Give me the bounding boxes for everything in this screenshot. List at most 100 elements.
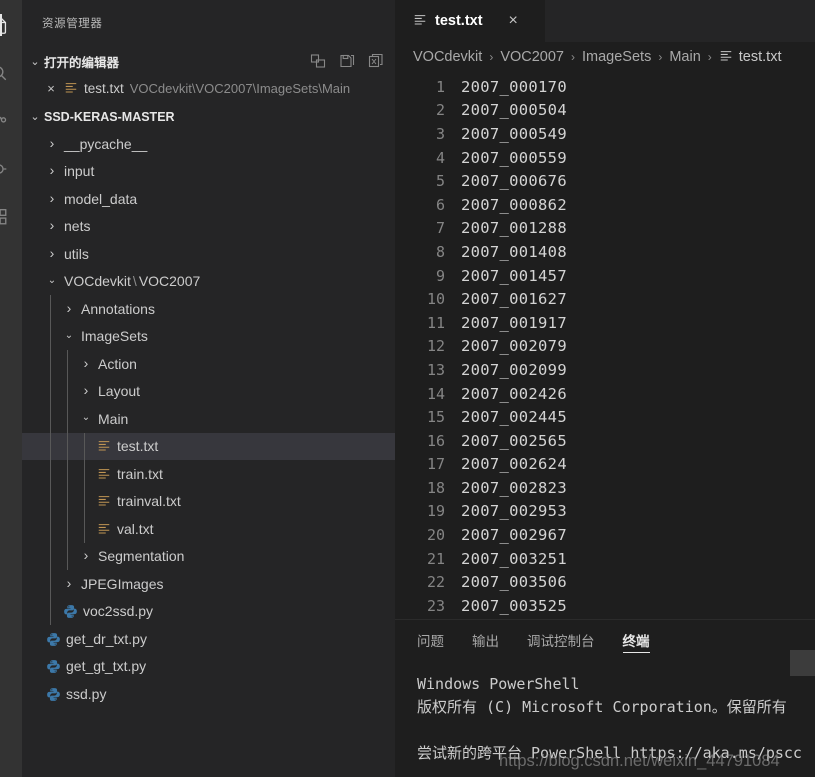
tab-test-txt[interactable]: test.txt × xyxy=(395,0,545,42)
tree-item--pycache-[interactable]: ›__pycache__ xyxy=(22,130,395,158)
code-line[interactable]: 202007_002967 xyxy=(395,523,815,547)
code-line[interactable]: 12007_000170 xyxy=(395,75,815,99)
search-icon[interactable] xyxy=(0,62,14,84)
panel-tab-3[interactable]: 终端 xyxy=(623,620,650,659)
chevron-right-icon[interactable]: › xyxy=(44,190,60,206)
code-line[interactable]: 162007_002565 xyxy=(395,429,815,453)
code-line[interactable]: 212007_003251 xyxy=(395,547,815,571)
chevron-down-icon[interactable]: ⌄ xyxy=(26,110,44,123)
code-line[interactable]: 62007_000862 xyxy=(395,193,815,217)
editor-content[interactable]: 12007_00017022007_00050432007_0005494200… xyxy=(395,72,815,619)
open-editor-filename: test.txt xyxy=(84,81,124,96)
chevron-right-icon[interactable]: › xyxy=(61,575,77,591)
tree-item-nets[interactable]: ›nets xyxy=(22,213,395,241)
workspace-root-header[interactable]: ⌄ SSD-KERAS-MASTER xyxy=(22,103,395,130)
line-number: 12 xyxy=(395,337,461,355)
code-line[interactable]: 182007_002823 xyxy=(395,476,815,500)
terminal-line xyxy=(417,719,815,742)
split-editor-icon[interactable] xyxy=(310,53,327,70)
tree-item-get-dr-txt-py[interactable]: get_dr_txt.py xyxy=(22,625,395,653)
code-line[interactable]: 22007_000504 xyxy=(395,99,815,123)
line-number: 17 xyxy=(395,455,461,473)
files-icon[interactable] xyxy=(0,14,14,36)
line-number: 10 xyxy=(395,290,461,308)
debug-icon[interactable] xyxy=(0,158,14,180)
tree-item-input[interactable]: ›input xyxy=(22,158,395,186)
code-line[interactable]: 112007_001917 xyxy=(395,311,815,335)
breadcrumb-item[interactable]: ImageSets xyxy=(582,49,651,65)
panel-tab-0[interactable]: 问题 xyxy=(417,620,444,659)
breadcrumb-item[interactable]: VOCdevkit xyxy=(413,49,482,65)
panel-tab-1[interactable]: 输出 xyxy=(472,620,499,659)
tree-item-annotations[interactable]: ›Annotations xyxy=(22,295,395,323)
code-line[interactable]: 92007_001457 xyxy=(395,264,815,288)
tree-item-train-txt[interactable]: train.txt xyxy=(22,460,395,488)
chevron-down-icon[interactable]: ⌄ xyxy=(44,275,60,286)
code-line[interactable]: 132007_002099 xyxy=(395,358,815,382)
tree-item-jpegimages[interactable]: ›JPEGImages xyxy=(22,570,395,598)
tree-item-action[interactable]: ›Action xyxy=(22,350,395,378)
close-icon[interactable]: × xyxy=(509,12,518,30)
line-text: 2007_003251 xyxy=(461,550,567,568)
code-line[interactable]: 172007_002624 xyxy=(395,453,815,477)
extensions-icon[interactable] xyxy=(0,206,14,228)
chevron-right-icon[interactable]: › xyxy=(44,217,60,233)
chevron-right-icon[interactable]: › xyxy=(44,245,60,261)
close-all-editors-icon[interactable] xyxy=(368,53,385,70)
chevron-down-icon[interactable]: ⌄ xyxy=(78,412,94,423)
tree-item-imagesets[interactable]: ⌄ImageSets xyxy=(22,323,395,351)
tree-item-layout[interactable]: ›Layout xyxy=(22,378,395,406)
tree-item-model-data[interactable]: ›model_data xyxy=(22,185,395,213)
chevron-down-icon[interactable]: ⌄ xyxy=(26,55,44,68)
code-line[interactable]: 142007_002426 xyxy=(395,382,815,406)
tree-item-vocdevkit-voc2007[interactable]: ⌄VOCdevkit\VOC2007 xyxy=(22,268,395,296)
code-line[interactable]: 82007_001408 xyxy=(395,240,815,264)
panel-tab-bar: 问题输出调试控制台终端 xyxy=(395,620,815,659)
tree-item-val-txt[interactable]: val.txt xyxy=(22,515,395,543)
panel-tab-2[interactable]: 调试控制台 xyxy=(527,620,595,659)
chevron-right-icon[interactable]: › xyxy=(61,300,77,316)
code-line[interactable]: 52007_000676 xyxy=(395,169,815,193)
tree-item-test-txt[interactable]: test.txt xyxy=(22,433,395,461)
breadcrumb-file[interactable]: test.txt xyxy=(719,49,782,65)
breadcrumb-item[interactable]: VOC2007 xyxy=(500,49,564,65)
code-line[interactable]: 222007_003506 xyxy=(395,570,815,594)
line-text: 2007_002079 xyxy=(461,337,567,355)
chevron-right-icon[interactable]: › xyxy=(44,162,60,178)
tree-item-get-gt-txt-py[interactable]: get_gt_txt.py xyxy=(22,653,395,681)
text-file-icon xyxy=(413,13,427,29)
indent-guide xyxy=(50,323,51,351)
chevron-right-icon[interactable]: › xyxy=(78,382,94,398)
terminal-output[interactable]: Windows PowerShell版权所有 (C) Microsoft Cor… xyxy=(395,659,815,777)
tree-item-segmentation[interactable]: ›Segmentation xyxy=(22,543,395,571)
chevron-right-icon[interactable]: › xyxy=(78,355,94,371)
code-line[interactable]: 192007_002953 xyxy=(395,500,815,524)
indent-guide xyxy=(50,378,51,406)
code-line[interactable]: 122007_002079 xyxy=(395,335,815,359)
code-line[interactable]: 72007_001288 xyxy=(395,217,815,241)
open-editor-row[interactable]: × test.txt VOCdevkit\VOC2007\ImageSets\M… xyxy=(22,75,395,101)
code-line[interactable]: 32007_000549 xyxy=(395,122,815,146)
indent-guide xyxy=(50,460,51,488)
code-line[interactable]: 42007_000559 xyxy=(395,146,815,170)
tree-item-trainval-txt[interactable]: trainval.txt xyxy=(22,488,395,516)
tree-item-label: Segmentation xyxy=(94,548,184,564)
code-line[interactable]: 152007_002445 xyxy=(395,405,815,429)
open-editors-header[interactable]: ⌄ 打开的编辑器 xyxy=(22,48,395,75)
tree-item-label: nets xyxy=(60,218,90,234)
text-file-icon xyxy=(95,438,113,454)
save-all-icon[interactable] xyxy=(339,53,356,70)
source-control-icon[interactable] xyxy=(0,110,14,132)
chevron-right-icon[interactable]: › xyxy=(78,547,94,563)
tree-item-ssd-py[interactable]: ssd.py xyxy=(22,680,395,708)
panel-actions-area[interactable] xyxy=(790,650,815,676)
tree-item-main[interactable]: ⌄Main xyxy=(22,405,395,433)
code-line[interactable]: 102007_001627 xyxy=(395,287,815,311)
code-line[interactable]: 232007_003525 xyxy=(395,594,815,618)
breadcrumb-item[interactable]: Main xyxy=(669,49,700,65)
tree-item-voc2ssd-py[interactable]: voc2ssd.py xyxy=(22,598,395,626)
chevron-down-icon[interactable]: ⌄ xyxy=(61,330,77,341)
chevron-right-icon[interactable]: › xyxy=(44,135,60,151)
close-icon[interactable]: × xyxy=(44,81,58,96)
tree-item-utils[interactable]: ›utils xyxy=(22,240,395,268)
